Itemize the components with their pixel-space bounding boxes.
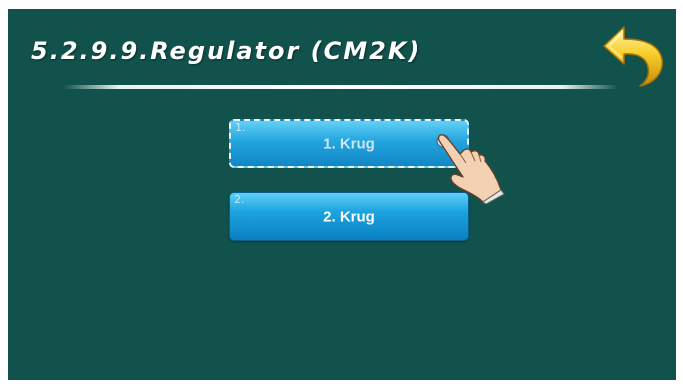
back-button[interactable] xyxy=(598,19,668,89)
menu-item-index: 1. xyxy=(235,121,246,134)
screen: 5.2.9.9.Regulator (CM2K) 1. 1. Krug 2. 2… xyxy=(8,9,676,380)
menu-item-index: 2. xyxy=(234,193,245,206)
menu-item-krug-1[interactable]: 1. 1. Krug xyxy=(229,119,469,168)
menu-item-label: 2. Krug xyxy=(323,208,375,225)
menu-item-krug-2[interactable]: 2. 2. Krug xyxy=(229,192,469,241)
back-arrow-icon xyxy=(603,26,663,87)
title-divider xyxy=(63,85,618,89)
page-title: 5.2.9.9.Regulator (CM2K) xyxy=(31,37,422,65)
menu-item-label: 1. Krug xyxy=(323,135,375,152)
